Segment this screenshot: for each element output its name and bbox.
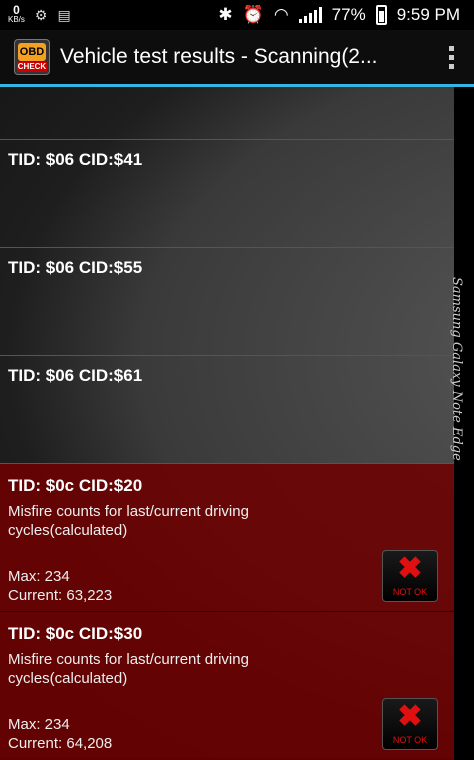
clock: 9:59 PM — [396, 5, 460, 24]
test-id: TID: $06 CID:$61 — [8, 366, 143, 385]
close-x-icon: ✖ — [397, 700, 423, 733]
obd-notification-icon: ⚙ — [34, 6, 48, 23]
alarm-icon: ⏰ — [242, 5, 264, 24]
list-item-failed[interactable]: TID: $0c CID:$30 Misfire counts for last… — [0, 612, 454, 760]
document-icon: ▤ — [57, 6, 71, 23]
bluetooth-icon: ✱ — [218, 5, 233, 24]
not-ok-button[interactable]: ✖ NOT OK — [382, 698, 438, 750]
list-item-failed[interactable]: TID: $0c CID:$20 Misfire counts for last… — [0, 464, 454, 612]
status-bar: 0 KB/s ⚙ ▤ ✱ ⏰ ◠ 77% 9:59 PM — [0, 0, 474, 30]
signal-icon — [298, 7, 322, 23]
list-item[interactable]: TID: $06 CID:$41 — [0, 140, 454, 248]
action-bar: OBD CHECK Vehicle test results - Scannin… — [0, 30, 474, 84]
network-speed: 0 KB/s — [8, 3, 25, 24]
test-current: Current: 64,208 — [8, 735, 113, 752]
close-x-icon: ✖ — [397, 552, 423, 585]
overflow-menu-icon[interactable] — [449, 45, 454, 69]
test-id: TID: $0c CID:$30 — [8, 624, 143, 643]
list-item[interactable]: TID: $06 CID:$55 — [0, 248, 454, 356]
edge-screen: Samsung Galaxy Note Edge — [449, 87, 474, 758]
not-ok-button[interactable]: ✖ NOT OK — [382, 550, 438, 602]
app-logo-icon[interactable]: OBD CHECK — [14, 39, 50, 75]
test-id: TID: $0c CID:$20 — [8, 476, 143, 495]
page-title: Vehicle test results - Scanning(2... — [60, 45, 378, 68]
test-description: Misfire counts for last/current driving … — [8, 503, 249, 539]
list-item[interactable]: TID: $06 CID:$61 — [0, 356, 454, 464]
wifi-icon: ◠ — [273, 5, 289, 24]
test-id: TID: $06 CID:$41 — [8, 150, 143, 169]
test-current: Current: 63,223 — [8, 587, 113, 604]
battery-percent: 77% — [331, 5, 366, 24]
test-max: Max: 234 — [8, 716, 70, 733]
test-max: Max: 234 — [8, 568, 70, 585]
test-id: TID: $06 CID:$55 — [8, 258, 143, 277]
battery-icon — [375, 5, 387, 25]
device-watermark: Samsung Galaxy Note Edge — [449, 277, 464, 461]
list-item — [0, 87, 454, 140]
test-description: Misfire counts for last/current driving … — [8, 651, 249, 687]
results-list[interactable]: TID: $06 CID:$41 TID: $06 CID:$55 TID: $… — [0, 87, 454, 760]
